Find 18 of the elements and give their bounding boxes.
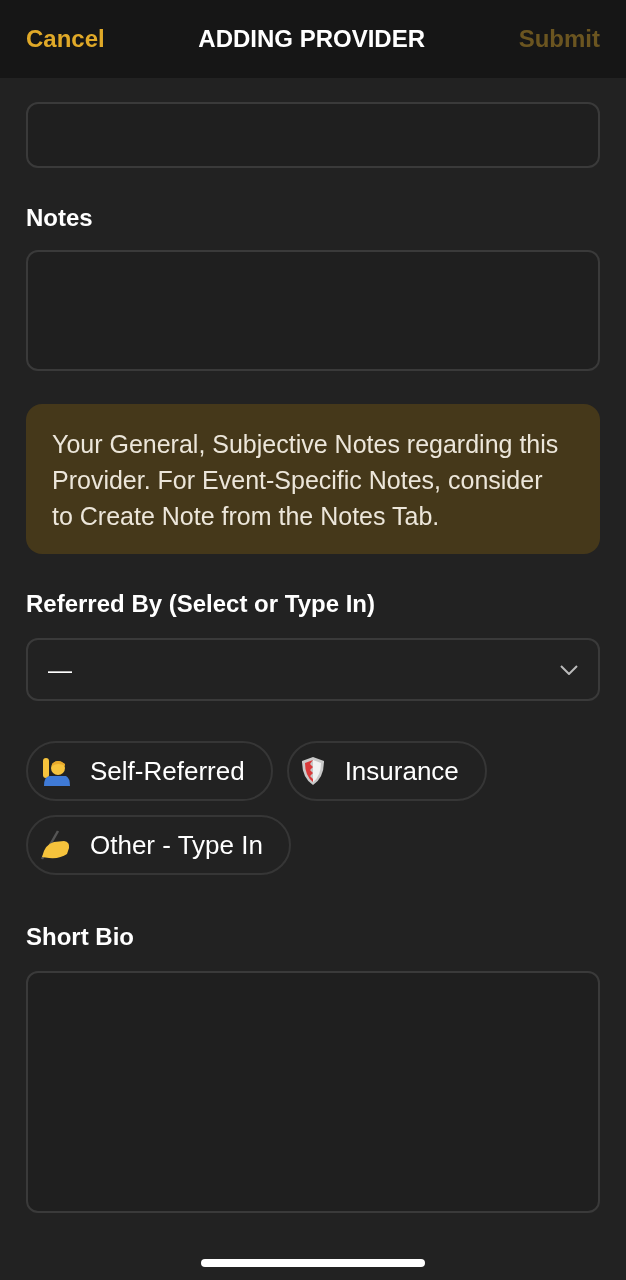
- screen-title: ADDING PROVIDER: [198, 24, 426, 54]
- referral-chip[interactable]: Self-Referred: [26, 741, 273, 801]
- notes-field[interactable]: [26, 250, 600, 371]
- referral-chip[interactable]: Other - Type In: [26, 815, 291, 875]
- select-value: —: [48, 654, 72, 685]
- writing-hand-icon: [40, 830, 70, 860]
- field-label: Referred By (Select or Type In): [26, 589, 376, 619]
- input-field[interactable]: [26, 102, 600, 168]
- referred-by-select[interactable]: —: [26, 638, 600, 701]
- hint-text: Your General, Subjective Notes regarding this Provider. For Event-Specific Notes, consider to Create Note from the Notes Tab.: [52, 429, 560, 532]
- field-label: Short Bio: [26, 922, 135, 952]
- bio-field[interactable]: [26, 971, 600, 1213]
- chevron-down-icon: [560, 664, 578, 675]
- field-label: Notes: [26, 203, 94, 233]
- referral-chip[interactable]: Insurance: [286, 741, 487, 801]
- shield-icon: [300, 756, 325, 786]
- person-raising-hand-icon: [40, 756, 70, 786]
- cancel-button[interactable]: Cancel: [26, 21, 105, 57]
